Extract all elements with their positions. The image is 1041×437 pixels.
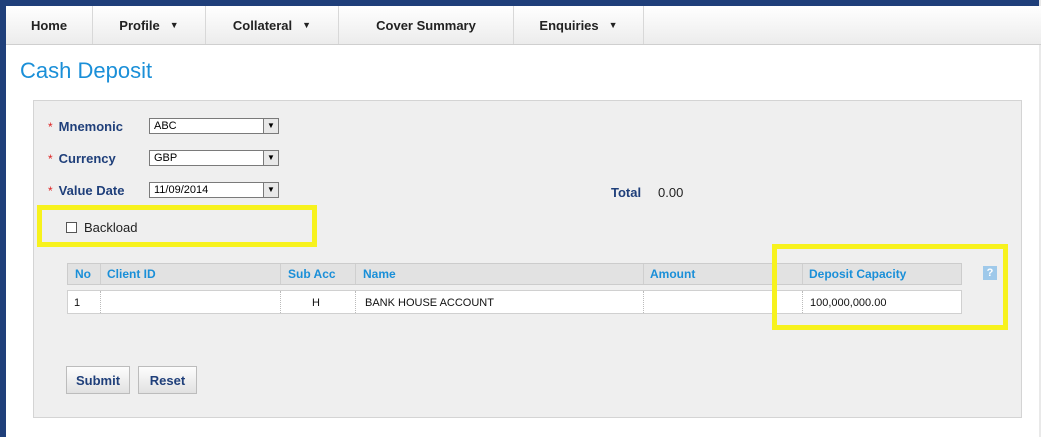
nav-item-profile[interactable]: Profile ▼ — [93, 6, 206, 44]
total-value: 0.00 — [658, 185, 684, 200]
column-header-sub-acc[interactable]: Sub Acc — [288, 267, 336, 281]
highlight-box-deposit-capacity — [772, 244, 1008, 330]
currency-label: Currency — [58, 151, 116, 166]
column-header-amount[interactable]: Amount — [650, 267, 695, 281]
required-marker: * — [48, 151, 53, 166]
column-divider — [280, 291, 282, 313]
backload-checkbox[interactable] — [66, 222, 77, 233]
column-divider — [643, 291, 645, 313]
column-divider — [280, 264, 281, 284]
chevron-down-icon: ▼ — [302, 20, 312, 30]
value-date-row: * Value Date — [48, 183, 124, 198]
mnemonic-row: * Mnemonic — [48, 119, 123, 134]
required-marker: * — [48, 183, 53, 198]
chevron-down-icon: ▼ — [169, 20, 179, 30]
column-header-no[interactable]: No — [75, 267, 91, 281]
cell-name: BANK HOUSE ACCOUNT — [365, 297, 494, 309]
column-divider — [355, 291, 357, 313]
window-frame-left — [0, 0, 6, 437]
submit-button[interactable]: Submit — [66, 366, 130, 394]
nav-item-label: Enquiries — [539, 17, 599, 33]
value-date-select[interactable]: 11/09/2014 ▼ — [149, 182, 279, 198]
nav-item-cover-summary[interactable]: Cover Summary — [339, 6, 514, 44]
backload-label: Backload — [84, 220, 138, 235]
cell-no: 1 — [74, 297, 81, 309]
nav-item-label: Home — [30, 17, 68, 33]
value-date-label: Value Date — [58, 183, 125, 198]
nav-item-enquiries[interactable]: Enquiries ▼ — [514, 6, 644, 44]
currency-row: * Currency — [48, 151, 116, 166]
column-header-client-id[interactable]: Client ID — [107, 267, 156, 281]
chevron-down-icon: ▼ — [608, 20, 618, 30]
nav-item-label: Profile — [119, 17, 160, 33]
value-date-value: 11/09/2014 — [154, 184, 209, 196]
cell-sub-acc: H — [312, 297, 320, 309]
nav-item-collateral[interactable]: Collateral ▼ — [206, 6, 339, 44]
column-divider — [100, 264, 101, 284]
chevron-down-icon[interactable]: ▼ — [263, 151, 278, 165]
required-marker: * — [48, 119, 53, 134]
mnemonic-label: Mnemonic — [58, 119, 123, 134]
nav-item-label: Cover Summary — [376, 17, 476, 33]
highlight-box-backload — [37, 205, 317, 247]
mnemonic-value: ABC — [154, 120, 177, 132]
chevron-down-icon[interactable]: ▼ — [263, 119, 278, 133]
page-title: Cash Deposit — [20, 58, 153, 83]
column-divider — [100, 291, 102, 313]
reset-button[interactable]: Reset — [138, 366, 197, 394]
column-divider — [643, 264, 644, 284]
currency-select[interactable]: GBP ▼ — [149, 150, 279, 166]
mnemonic-select[interactable]: ABC ▼ — [149, 118, 279, 134]
top-nav-bar: Home Profile ▼ Collateral ▼ Cover Summar… — [6, 6, 1041, 45]
column-divider — [355, 264, 356, 284]
total-label: Total — [611, 185, 642, 200]
column-header-name[interactable]: Name — [363, 267, 396, 281]
chevron-down-icon[interactable]: ▼ — [263, 183, 278, 197]
nav-item-home[interactable]: Home — [6, 6, 93, 44]
nav-item-label: Collateral — [232, 17, 293, 33]
currency-value: GBP — [154, 152, 178, 164]
